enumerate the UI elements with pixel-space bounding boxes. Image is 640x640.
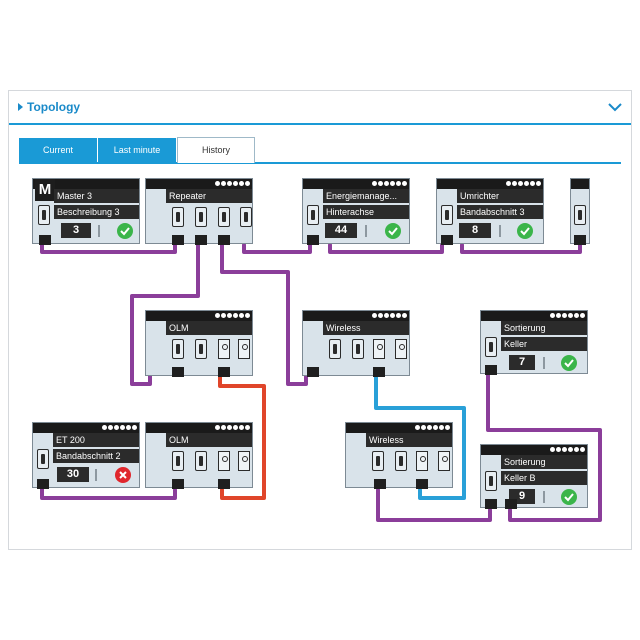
ethernet-port-icon (441, 205, 453, 225)
device-umrichter[interactable]: Umrichter Bandabschnitt 3 8 (436, 178, 544, 245)
device-description: Keller B (501, 471, 587, 485)
device-wireless-upper[interactable]: Wireless (302, 310, 410, 377)
ethernet-port-icon (195, 207, 207, 227)
device-description: Keller (501, 337, 587, 351)
ethernet-port-icon (574, 205, 586, 225)
cable-umrichter-end (460, 243, 582, 254)
cable-repeater-energy (242, 243, 312, 254)
device-description: Bandabschnitt 2 (53, 449, 139, 463)
device-description: Bandabschnitt 3 (457, 205, 543, 219)
antenna-port-icon (395, 339, 407, 359)
ethernet-port-icon (307, 205, 319, 225)
ethernet-port-icon (218, 207, 230, 227)
device-description: Beschreibung 3 (54, 205, 139, 219)
device-name: OLM (166, 321, 252, 335)
device-end-node[interactable] (570, 178, 590, 245)
master-mark: M (35, 179, 55, 201)
ethernet-port-icon (329, 339, 341, 359)
ethernet-port-icon (37, 449, 49, 469)
device-number: 44 (325, 223, 357, 238)
device-name: Sortierung (501, 321, 587, 335)
device-name: Wireless (366, 433, 452, 447)
cable-energy-umrichter (328, 243, 444, 254)
ethernet-port-icon (240, 207, 252, 227)
ethernet-port-icon (195, 339, 207, 359)
device-name: Repeater (166, 189, 252, 203)
device-et200[interactable]: ET 200 Bandabschnitt 2 30 (32, 422, 140, 489)
device-master[interactable]: M Master 3 Beschreibung 3 3 (32, 178, 140, 245)
cable-et200-olm (40, 486, 177, 500)
device-name: ET 200 (53, 433, 139, 447)
device-sortierung-kellerb[interactable]: Sortierung Keller B 9 (480, 444, 588, 509)
device-name: Energiemanage... (323, 189, 409, 203)
status-ok-icon (561, 355, 577, 371)
device-number: 30 (57, 467, 89, 482)
device-description: Hinterachse (323, 205, 409, 219)
cable-master-repeater (40, 243, 177, 254)
device-number: 8 (459, 223, 491, 238)
status-error-icon (115, 467, 131, 483)
device-name: Umrichter (457, 189, 543, 203)
ethernet-port-icon (352, 339, 364, 359)
ethernet-port-icon (485, 471, 497, 491)
device-sortierung-keller[interactable]: Sortierung Keller 7 (480, 310, 588, 375)
device-number: 7 (509, 355, 535, 370)
ethernet-port-icon (38, 205, 50, 225)
ethernet-port-icon (485, 337, 497, 357)
device-olm-lower[interactable]: OLM (145, 422, 253, 489)
fiber-port-icon (238, 339, 250, 359)
device-number: 3 (61, 223, 91, 238)
device-wireless-lower[interactable]: Wireless (345, 422, 453, 489)
ethernet-port-icon (172, 339, 184, 359)
antenna-port-icon (438, 451, 450, 471)
device-name: Master 3 (54, 189, 139, 203)
device-olm-upper[interactable]: OLM (145, 310, 253, 377)
device-name: OLM (166, 433, 252, 447)
status-ok-icon (117, 223, 133, 239)
status-ok-icon (517, 223, 533, 239)
ethernet-port-icon (372, 451, 384, 471)
antenna-port-icon (373, 339, 385, 359)
ethernet-port-icon (172, 451, 184, 471)
device-repeater[interactable]: Repeater (145, 178, 253, 245)
cable-wireless-sortierung (376, 488, 492, 522)
ethernet-port-icon (172, 207, 184, 227)
device-name: Sortierung (501, 455, 587, 469)
device-energy[interactable]: Energiemanage... Hinterachse 44 (302, 178, 410, 245)
fiber-port-icon (238, 451, 250, 471)
device-name: Wireless (323, 321, 409, 335)
ethernet-port-icon (195, 451, 207, 471)
ethernet-port-icon (395, 451, 407, 471)
status-ok-icon (385, 223, 401, 239)
antenna-port-icon (416, 451, 428, 471)
status-ok-icon (561, 489, 577, 505)
fiber-port-icon (218, 451, 230, 471)
fiber-port-icon (218, 339, 230, 359)
